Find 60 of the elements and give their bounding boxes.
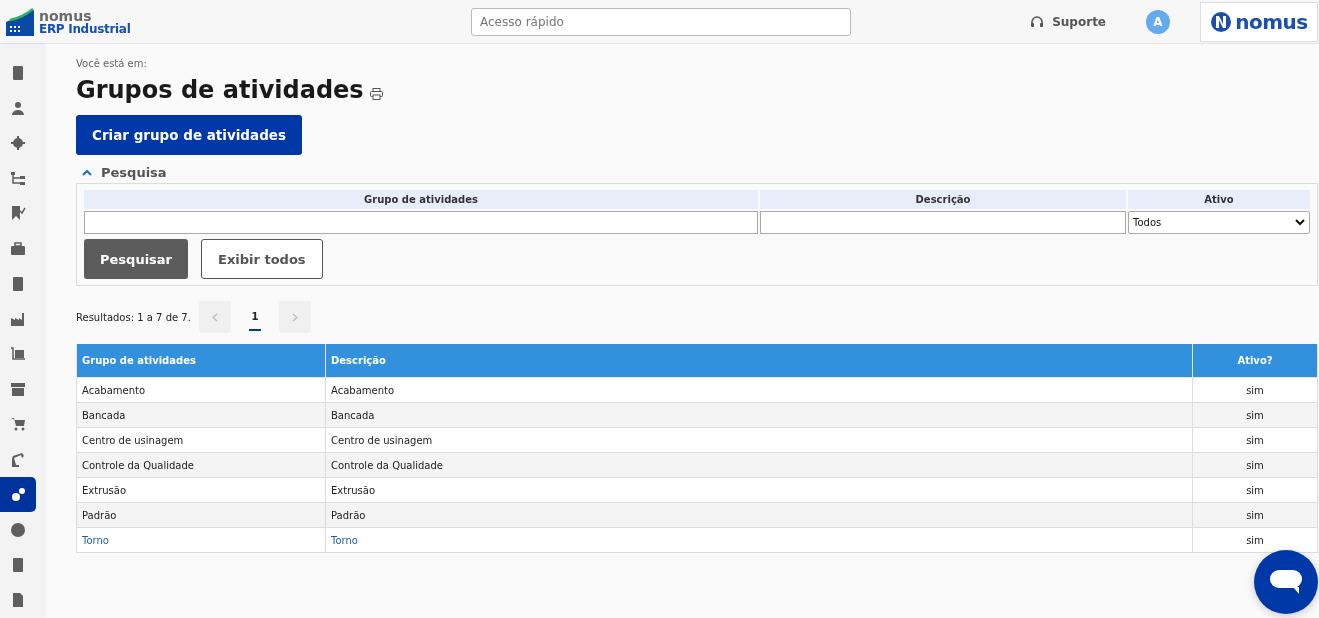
sidebar-item[interactable] bbox=[0, 477, 36, 513]
brand-logo-text: nomus bbox=[1235, 9, 1308, 34]
page-title: Grupos de atividades bbox=[76, 75, 364, 105]
table-cell: Centro de usinagem bbox=[325, 427, 1193, 453]
table-cell: Extrusão bbox=[325, 477, 1193, 503]
chevron-down-icon bbox=[1295, 219, 1305, 226]
factory-icon bbox=[10, 310, 26, 327]
n-badge-icon bbox=[1210, 10, 1233, 33]
results-summary: Resultados: 1 a 7 de 7. bbox=[76, 311, 191, 323]
show-all-button[interactable]: Exibir todos bbox=[201, 239, 323, 279]
field-label: Ativo bbox=[1128, 190, 1310, 209]
chat-bubble-icon bbox=[1269, 569, 1303, 595]
select-field[interactable]: Todos bbox=[1128, 211, 1310, 234]
table-cell: Padrão bbox=[76, 502, 326, 528]
headset-icon bbox=[1030, 14, 1045, 29]
chevron-right-icon bbox=[291, 312, 298, 322]
create-group-button[interactable]: Criar grupo de atividades bbox=[76, 115, 302, 155]
table-cell: Controle da Qualidade bbox=[325, 452, 1193, 478]
print-icon[interactable] bbox=[369, 88, 383, 100]
hand-truck-icon bbox=[10, 346, 26, 363]
table-cell: sim bbox=[1192, 377, 1318, 403]
chevron-up-icon[interactable] bbox=[82, 168, 92, 176]
breadcrumb-label: Você está em: bbox=[76, 58, 148, 69]
logo-product-text: ERP Industrial bbox=[39, 22, 131, 36]
search-panel-title: Pesquisa bbox=[101, 164, 167, 180]
table-cell: sim bbox=[1192, 427, 1318, 453]
table-cell: Controle da Qualidade bbox=[76, 452, 326, 478]
table-cell: sim bbox=[1192, 502, 1318, 528]
logo-brand-text: nomus bbox=[39, 9, 92, 23]
support-link[interactable]: Suporte bbox=[1030, 14, 1106, 29]
hierarchy-icon bbox=[10, 170, 26, 187]
table-cell: Extrusão bbox=[76, 477, 326, 503]
table-cell: Padrão bbox=[325, 502, 1193, 528]
chat-button[interactable] bbox=[1254, 550, 1318, 614]
chevron-left-icon bbox=[211, 312, 218, 322]
input-field[interactable] bbox=[84, 211, 758, 234]
table-cell: sim bbox=[1192, 477, 1318, 503]
table-cell: Torno bbox=[325, 527, 1193, 553]
table-cell: Bancada bbox=[76, 402, 326, 428]
quick-access-field[interactable]: Acesso rápido bbox=[471, 7, 851, 36]
cart-icon bbox=[10, 416, 26, 433]
page-number[interactable]: 1 bbox=[248, 303, 261, 331]
search-button[interactable]: Pesquisar bbox=[84, 239, 189, 279]
input-field[interactable] bbox=[760, 211, 1126, 234]
robot-arm-icon bbox=[10, 451, 26, 468]
logo-icon bbox=[6, 7, 36, 36]
bookmark-check-icon bbox=[10, 205, 26, 222]
table-cell: Bancada bbox=[325, 402, 1193, 428]
archive-box-icon bbox=[10, 381, 26, 398]
table-cell: Torno bbox=[76, 527, 326, 553]
table-cell: Acabamento bbox=[325, 377, 1193, 403]
table-cell: sim bbox=[1192, 402, 1318, 428]
table-cell: Acabamento bbox=[76, 377, 326, 403]
person-icon bbox=[10, 99, 26, 116]
briefcase-icon bbox=[10, 240, 26, 257]
table-cell: sim bbox=[1192, 452, 1318, 478]
field-label: Descrição bbox=[760, 190, 1126, 209]
table-cell: Centro de usinagem bbox=[76, 427, 326, 453]
table-cell: sim bbox=[1192, 527, 1318, 553]
field-label: Grupo de atividades bbox=[84, 190, 758, 209]
